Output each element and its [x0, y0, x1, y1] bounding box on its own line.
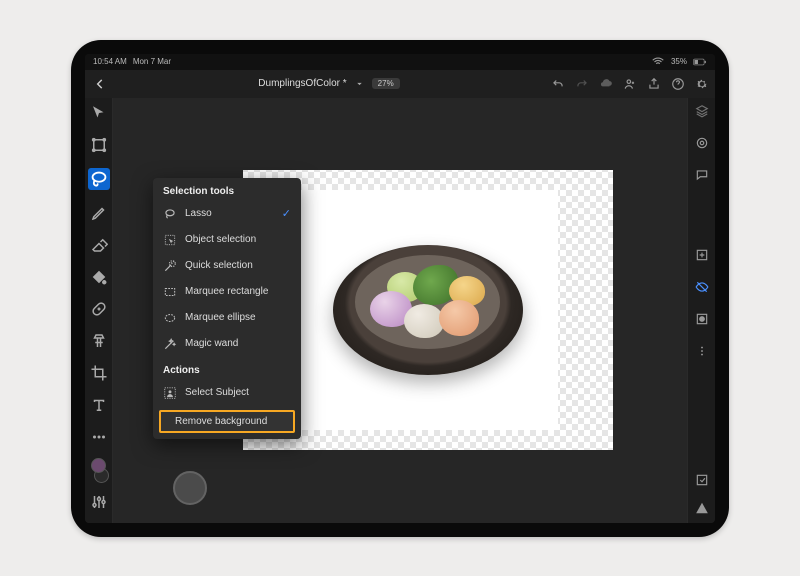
menu-item-lasso[interactable]: Lasso ✓ — [153, 201, 301, 227]
layers-icon[interactable] — [695, 104, 709, 118]
warning-icon[interactable] — [695, 501, 709, 515]
menu-item-label: Magic wand — [185, 338, 238, 349]
undo-icon[interactable] — [551, 77, 565, 91]
brush-tool-icon[interactable] — [90, 204, 108, 222]
marquee-rectangle-icon — [163, 285, 177, 299]
quick-selection-icon — [163, 259, 177, 273]
share-icon[interactable] — [647, 77, 661, 91]
marquee-ellipse-icon — [163, 311, 177, 325]
menu-item-remove-background[interactable]: Remove background — [159, 410, 295, 433]
redo-icon[interactable] — [575, 77, 589, 91]
right-toolbar — [687, 98, 715, 523]
fill-tool-icon[interactable] — [90, 268, 108, 286]
properties-icon[interactable] — [695, 136, 709, 150]
touch-shortcut-puck[interactable] — [173, 471, 207, 505]
more-tool-icon[interactable] — [90, 428, 108, 446]
magic-wand-icon — [163, 337, 177, 351]
menu-item-label: Marquee ellipse — [185, 312, 256, 323]
add-layer-icon[interactable] — [695, 248, 709, 262]
status-date: Mon 7 Mar — [133, 57, 171, 66]
menu-item-object-selection[interactable]: Object selection — [153, 227, 301, 253]
menu-item-label: Quick selection — [185, 260, 253, 271]
eraser-tool-icon[interactable] — [90, 236, 108, 254]
check-icon: ✓ — [282, 207, 291, 220]
popup-section-tools: Selection tools — [153, 178, 301, 201]
crop-tool-icon[interactable] — [90, 364, 108, 382]
selection-tools-popup: Selection tools Lasso ✓ Object selection… — [153, 178, 301, 439]
kebab-icon[interactable] — [695, 344, 709, 358]
status-time: 10:54 AM — [93, 57, 127, 66]
heal-tool-icon[interactable] — [90, 300, 108, 318]
menu-item-label: Marquee rectangle — [185, 286, 268, 297]
adjust-icon[interactable] — [90, 493, 108, 511]
back-icon[interactable] — [93, 77, 107, 91]
menu-item-label: Lasso — [185, 208, 212, 219]
color-swatches[interactable] — [88, 458, 109, 483]
menu-item-label: Select Subject — [185, 387, 249, 398]
menu-item-select-subject[interactable]: Select Subject — [153, 380, 301, 406]
visibility-icon[interactable] — [695, 280, 709, 294]
object-selection-icon — [163, 233, 177, 247]
app-screen: 10:54 AM Mon 7 Mar 35% DumplingsOfColor … — [85, 54, 715, 523]
menu-item-label: Object selection — [185, 234, 256, 245]
wifi-icon — [651, 55, 665, 69]
image-content — [298, 190, 558, 430]
comments-icon[interactable] — [695, 168, 709, 182]
menu-item-label: Remove background — [175, 416, 267, 427]
battery-icon — [693, 55, 707, 69]
popup-section-actions: Actions — [153, 357, 301, 380]
status-battery: 35% — [671, 57, 687, 66]
export-icon[interactable] — [695, 473, 709, 487]
cloud-icon[interactable] — [599, 77, 613, 91]
workspace: Selection tools Lasso ✓ Object selection… — [85, 98, 715, 523]
menu-item-marquee-rectangle[interactable]: Marquee rectangle — [153, 279, 301, 305]
menu-item-quick-selection[interactable]: Quick selection — [153, 253, 301, 279]
type-tool-icon[interactable] — [90, 396, 108, 414]
bowl-illustration — [333, 245, 523, 375]
clone-tool-icon[interactable] — [90, 332, 108, 350]
transform-tool-icon[interactable] — [90, 136, 108, 154]
left-toolbar — [85, 98, 113, 523]
lasso-tool-icon[interactable] — [88, 168, 110, 190]
document-title[interactable]: DumplingsOfColor * — [258, 78, 346, 89]
lasso-icon — [163, 207, 177, 221]
menu-item-marquee-ellipse[interactable]: Marquee ellipse — [153, 305, 301, 331]
chevron-down-icon[interactable] — [355, 77, 364, 91]
mask-icon[interactable] — [695, 312, 709, 326]
user-icon[interactable] — [623, 77, 637, 91]
gear-icon[interactable] — [695, 77, 709, 91]
move-tool-icon[interactable] — [90, 104, 108, 122]
zoom-badge[interactable]: 27% — [372, 78, 400, 89]
menu-item-magic-wand[interactable]: Magic wand — [153, 331, 301, 357]
help-icon[interactable] — [671, 77, 685, 91]
select-subject-icon — [163, 386, 177, 400]
app-header: DumplingsOfColor * 27% — [85, 70, 715, 98]
ios-status-bar: 10:54 AM Mon 7 Mar 35% — [85, 54, 715, 70]
tablet-frame: 10:54 AM Mon 7 Mar 35% DumplingsOfColor … — [71, 40, 729, 537]
